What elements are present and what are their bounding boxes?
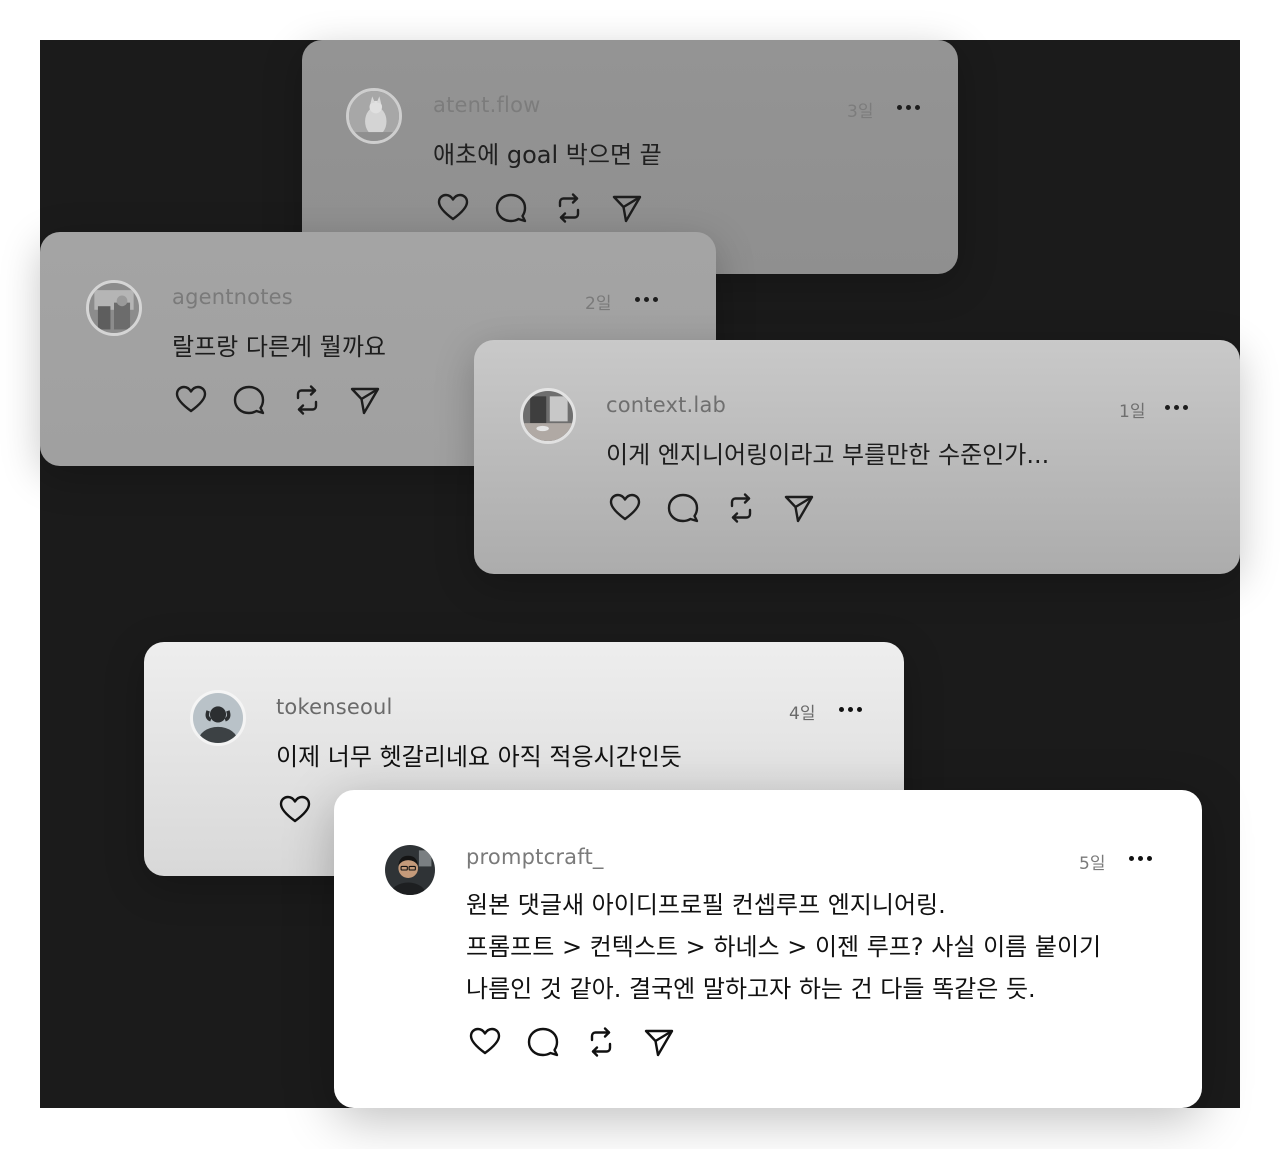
post-text: 랄프랑 다른게 뭘까요 bbox=[172, 326, 386, 368]
heart-icon[interactable] bbox=[608, 491, 642, 525]
action-bar bbox=[174, 383, 394, 419]
share-icon[interactable] bbox=[642, 1025, 676, 1059]
post-text: 원본 댓글새 아이디프로필 컨셉루프 엔지니어링. 프롬프트 > 컨텍스트 > … bbox=[466, 884, 1101, 1010]
avatar[interactable] bbox=[346, 88, 402, 144]
more-icon[interactable] bbox=[1128, 855, 1154, 863]
post-text-line: 이게 엔지니어링이라고 부를만한 수준인가... bbox=[606, 441, 1050, 469]
post-card-promptcraft[interactable]: promptcraft_ 5일 원본 댓글새 아이디프로필 컨셉루프 엔지니어링… bbox=[334, 790, 1202, 1108]
avatar[interactable] bbox=[382, 842, 438, 898]
username[interactable]: promptcraft_ bbox=[466, 845, 604, 869]
comment-icon[interactable] bbox=[666, 491, 700, 525]
username[interactable]: atent.flow bbox=[433, 93, 541, 117]
post-text-line: 나름인 것 같아. 결국엔 말하고자 하는 건 다들 똑같은 듯. bbox=[466, 975, 1036, 1003]
post-text: 이게 엔지니어링이라고 부를만한 수준인가... bbox=[606, 434, 1049, 476]
dark-backdrop: atent.flow 3일 애초에 goal 박으면 끝 agentnotes … bbox=[40, 40, 1240, 1108]
comment-icon[interactable] bbox=[232, 383, 266, 417]
more-icon[interactable] bbox=[896, 104, 922, 112]
action-bar bbox=[608, 491, 828, 527]
post-text-line: 이제 너무 헷갈리네요 아직 적응시간인듯 bbox=[276, 743, 682, 771]
heart-icon[interactable] bbox=[174, 383, 208, 417]
post-text-line: 프롬프트 > 컨텍스트 > 하네스 > 이젠 루프? 사실 이름 붙이기 bbox=[466, 933, 1102, 961]
post-text-line: 원본 댓글새 아이디프로필 컨셉루프 엔지니어링. bbox=[466, 891, 946, 919]
username[interactable]: context.lab bbox=[606, 393, 726, 417]
post-time: 2일 bbox=[585, 294, 612, 314]
username[interactable]: tokenseoul bbox=[276, 695, 393, 719]
heart-icon[interactable] bbox=[278, 793, 312, 827]
username[interactable]: agentnotes bbox=[172, 285, 293, 309]
comment-icon[interactable] bbox=[494, 191, 528, 225]
share-icon[interactable] bbox=[782, 491, 816, 525]
share-icon[interactable] bbox=[610, 191, 644, 225]
post-text: 이제 너무 헷갈리네요 아직 적응시간인듯 bbox=[276, 736, 682, 778]
post-text: 애초에 goal 박으면 끝 bbox=[433, 134, 662, 176]
more-icon[interactable] bbox=[634, 296, 660, 304]
post-time: 1일 bbox=[1119, 402, 1146, 422]
avatar[interactable] bbox=[190, 690, 246, 746]
heart-icon[interactable] bbox=[436, 191, 470, 225]
post-time: 4일 bbox=[789, 704, 816, 724]
repost-icon[interactable] bbox=[552, 191, 586, 225]
heart-icon[interactable] bbox=[468, 1025, 502, 1059]
post-card-context-lab[interactable]: context.lab 1일 이게 엔지니어링이라고 부를만한 수준인가... bbox=[474, 340, 1240, 574]
post-time: 3일 bbox=[847, 102, 874, 122]
action-bar bbox=[468, 1025, 688, 1061]
more-icon[interactable] bbox=[1164, 404, 1190, 412]
avatar[interactable] bbox=[86, 280, 142, 336]
more-icon[interactable] bbox=[838, 706, 864, 714]
post-text-line: 랄프랑 다른게 뭘까요 bbox=[172, 333, 386, 361]
post-time: 5일 bbox=[1079, 854, 1106, 874]
repost-icon[interactable] bbox=[584, 1025, 618, 1059]
post-text-line: 애초에 goal 박으면 끝 bbox=[433, 141, 662, 169]
avatar[interactable] bbox=[520, 388, 576, 444]
action-bar bbox=[436, 191, 656, 227]
repost-icon[interactable] bbox=[290, 383, 324, 417]
share-icon[interactable] bbox=[348, 383, 382, 417]
repost-icon[interactable] bbox=[724, 491, 758, 525]
comment-icon[interactable] bbox=[526, 1025, 560, 1059]
